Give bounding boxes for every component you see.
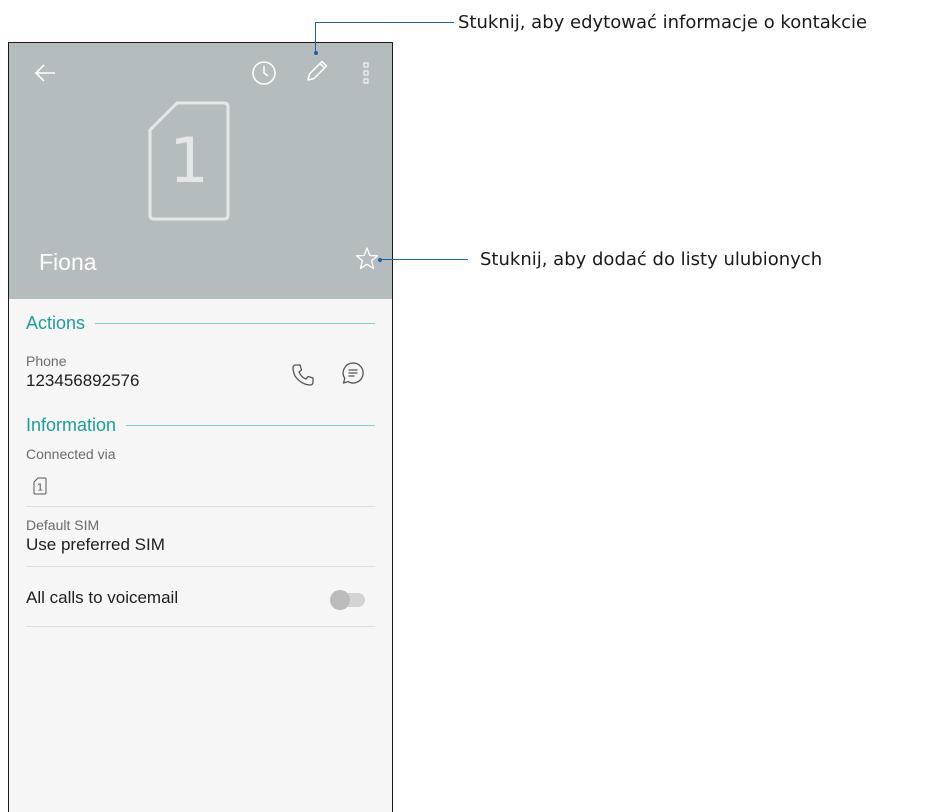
edit-callout-text: Stuknij, aby edytować informacje o konta… — [458, 12, 868, 33]
section-divider — [95, 322, 375, 324]
sim-card-small-icon: 1 — [33, 477, 47, 495]
phone-screen: 1 Fiona Actions Phone 123456892576 Infor… — [8, 42, 393, 812]
default-sim-caption: Default SIM — [26, 517, 100, 533]
row-divider — [26, 506, 375, 507]
information-section-title: Information — [26, 414, 117, 435]
voicemail-toggle[interactable] — [330, 590, 365, 610]
edit-pencil-icon[interactable] — [303, 57, 331, 85]
connected-sim-number: 1 — [37, 483, 43, 494]
information-section-header: Information — [26, 412, 375, 438]
phone-number[interactable]: 123456892576 — [26, 371, 139, 391]
row-divider — [26, 626, 375, 627]
actions-section-title: Actions — [26, 312, 86, 333]
phone-caption: Phone — [26, 353, 67, 369]
row-divider — [26, 566, 375, 567]
sim-number: 1 — [169, 124, 208, 197]
back-arrow-icon[interactable] — [31, 59, 59, 87]
more-options-icon[interactable] — [359, 59, 373, 87]
voicemail-label: All calls to voicemail — [26, 588, 179, 607]
callout-line — [315, 22, 454, 23]
toggle-thumb[interactable] — [330, 590, 350, 610]
phone-call-icon[interactable] — [290, 362, 316, 388]
contact-header: 1 Fiona — [9, 43, 392, 299]
favorite-callout-text: Stuknij, aby dodać do listy ulubionych — [480, 249, 823, 270]
contact-name: Fiona — [39, 249, 97, 275]
actions-section-header: Actions — [26, 310, 375, 336]
default-sim-value[interactable]: Use preferred SIM — [26, 535, 165, 555]
connected-via-caption: Connected via — [26, 446, 116, 462]
message-icon[interactable] — [340, 360, 366, 386]
star-outline-icon[interactable] — [353, 245, 381, 273]
callout-line — [380, 259, 468, 260]
callout-line — [315, 22, 316, 53]
sim-card-icon: 1 — [147, 100, 231, 222]
section-divider — [126, 424, 375, 426]
history-icon[interactable] — [250, 59, 278, 87]
